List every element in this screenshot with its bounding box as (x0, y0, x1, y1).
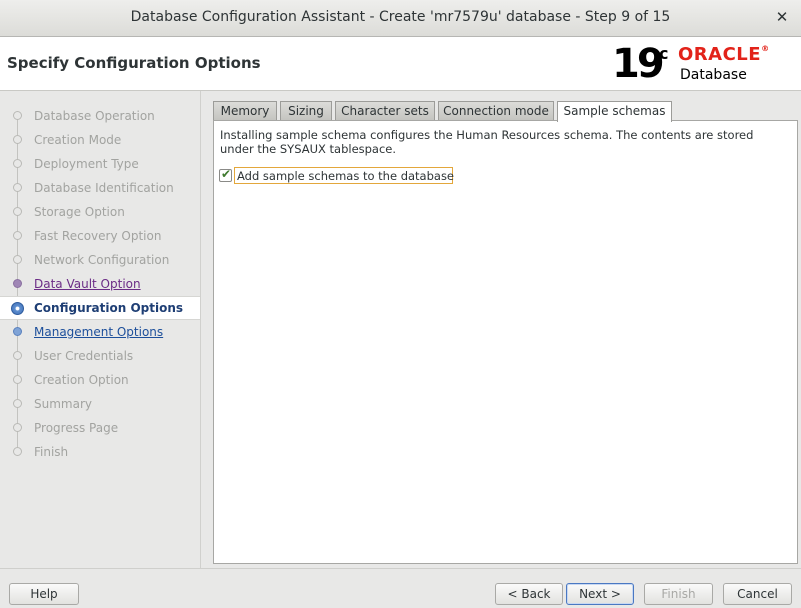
step-summary: Summary (0, 392, 200, 416)
step-label: Fast Recovery Option (34, 229, 162, 243)
sample-schemas-description: Installing sample schema configures the … (220, 128, 754, 156)
step-dot-icon (13, 135, 22, 144)
window-title: Database Configuration Assistant - Creat… (130, 9, 671, 25)
step-network-configuration: Network Configuration (0, 248, 200, 272)
logo-brand: ORACLE® (678, 44, 770, 65)
step-dot-icon (13, 327, 22, 336)
step-dot-icon (13, 447, 22, 456)
close-icon[interactable]: ✕ (773, 8, 791, 26)
sample-schemas-checkbox[interactable]: ✔ (219, 167, 232, 182)
step-management-options[interactable]: Management Options (0, 320, 200, 344)
back-button[interactable]: < Back (495, 583, 563, 605)
step-creation-mode: Creation Mode (0, 128, 200, 152)
step-dot-icon (13, 279, 22, 288)
step-deployment-type: Deployment Type (0, 152, 200, 176)
checkmark-icon: ✔ (221, 167, 232, 181)
step-label: Creation Option (34, 373, 129, 387)
step-label: Database Operation (34, 109, 155, 123)
step-finish: Finish (0, 440, 200, 464)
window-titlebar: Database Configuration Assistant - Creat… (0, 0, 801, 37)
step-database-operation: Database Operation (0, 104, 200, 128)
logo-product: Database (680, 67, 747, 83)
page-title: Specify Configuration Options (7, 54, 261, 72)
step-dot-icon (13, 375, 22, 384)
sample-schemas-panel: Installing sample schema configures the … (213, 120, 798, 564)
step-dot-icon (13, 207, 22, 216)
step-dot-icon (13, 111, 22, 120)
step-database-identification: Database Identification (0, 176, 200, 200)
tab-memory[interactable]: Memory (213, 101, 277, 121)
step-label: Creation Mode (34, 133, 122, 147)
step-label: Summary (34, 397, 92, 411)
step-configuration-options: Configuration Options (0, 296, 200, 320)
logo-brand-text: ORACLE (678, 44, 762, 65)
help-button[interactable]: Help (9, 583, 79, 605)
steps-sidebar: Database Operation Creation Mode Deploym… (0, 91, 200, 568)
tab-sizing[interactable]: Sizing (280, 101, 332, 121)
oracle-logo: 19 c ORACLE® Database (612, 41, 792, 87)
step-creation-option: Creation Option (0, 368, 200, 392)
step-label: Progress Page (34, 421, 119, 435)
logo-registered: ® (761, 44, 770, 53)
tab-sample-schemas[interactable]: Sample schemas (557, 101, 672, 122)
step-dot-icon (13, 399, 22, 408)
step-label: User Credentials (34, 349, 134, 363)
step-label: Storage Option (34, 205, 125, 219)
step-label: Network Configuration (34, 253, 170, 267)
step-dot-icon (13, 231, 22, 240)
page-header: Specify Configuration Options 19 c ORACL… (0, 37, 801, 91)
finish-button[interactable]: Finish (644, 583, 713, 605)
step-dot-icon (13, 423, 22, 432)
step-dot-icon (13, 159, 22, 168)
tab-connection-mode[interactable]: Connection mode (438, 101, 554, 121)
step-data-vault-option[interactable]: Data Vault Option (0, 272, 200, 296)
button-bar: Help < Back Next > Finish Cancel (0, 568, 801, 608)
content-area: Memory Sizing Character sets Connection … (200, 91, 801, 568)
step-label[interactable]: Management Options (34, 325, 163, 339)
logo-version: 19 (612, 41, 665, 87)
step-progress-page: Progress Page (0, 416, 200, 440)
step-label: Configuration Options (34, 301, 184, 315)
step-dot-icon (13, 351, 22, 360)
step-label: Database Identification (34, 181, 174, 195)
step-current-dot-icon (11, 302, 24, 315)
tab-character-sets[interactable]: Character sets (335, 101, 435, 121)
step-label: Deployment Type (34, 157, 139, 171)
step-label[interactable]: Data Vault Option (34, 277, 141, 291)
sample-schemas-checkbox-label[interactable]: Add sample schemas to the database (234, 167, 454, 184)
next-button[interactable]: Next > (566, 583, 634, 605)
step-dot-icon (13, 255, 22, 264)
step-label: Finish (34, 445, 69, 459)
logo-version-sup: c (659, 44, 669, 63)
step-user-credentials: User Credentials (0, 344, 200, 368)
step-dot-icon (13, 183, 22, 192)
step-storage-option: Storage Option (0, 200, 200, 224)
step-fast-recovery-option: Fast Recovery Option (0, 224, 200, 248)
cancel-button[interactable]: Cancel (723, 583, 792, 605)
